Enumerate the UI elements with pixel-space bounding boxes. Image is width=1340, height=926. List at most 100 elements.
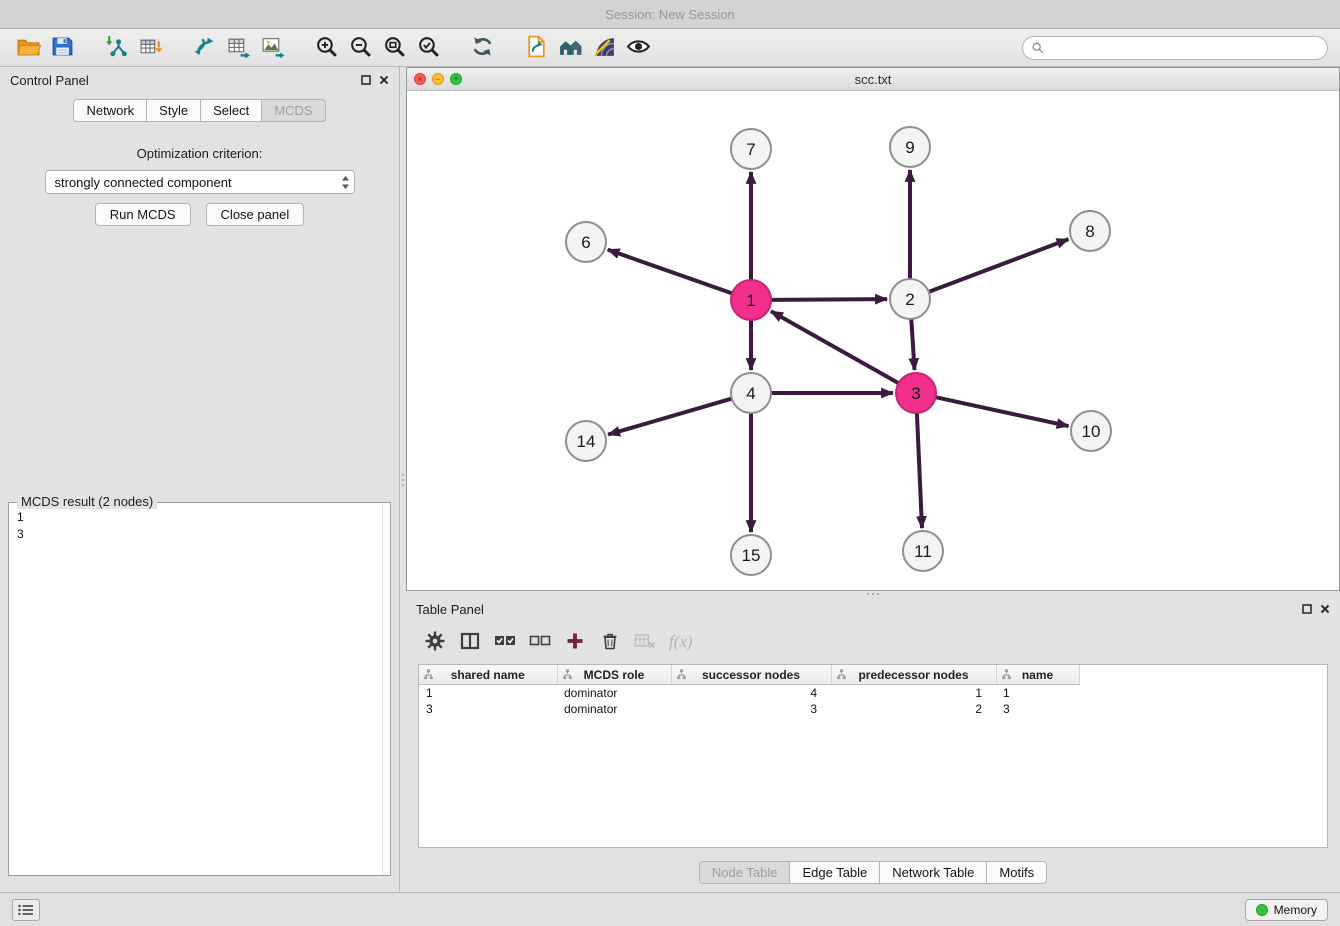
edge-2-3[interactable]: [911, 319, 914, 370]
network-canvas[interactable]: 7 9 6 8 1 2 4 3 14 10 15 11: [407, 91, 1339, 590]
close-table-panel-icon[interactable]: [1320, 604, 1330, 614]
edge-1-6[interactable]: [608, 250, 732, 294]
node-2[interactable]: 2: [890, 279, 930, 319]
table-cell[interactable]: 1: [831, 685, 996, 702]
apply-style-button[interactable]: [588, 33, 620, 63]
node-11[interactable]: 11: [903, 531, 943, 571]
node-15[interactable]: 15: [731, 535, 771, 575]
copy-view-button[interactable]: [520, 33, 552, 63]
function-builder-button[interactable]: f(x): [665, 628, 693, 656]
table-cell[interactable]: 3: [996, 701, 1079, 717]
node-9[interactable]: 9: [890, 127, 930, 167]
edge-1-2[interactable]: [771, 299, 887, 300]
svg-text:6: 6: [581, 233, 590, 252]
float-panel-icon[interactable]: [361, 75, 371, 85]
svg-text:4: 4: [746, 384, 755, 403]
delete-row-button[interactable]: [595, 628, 625, 656]
refresh-layout-button[interactable]: [466, 33, 498, 63]
table-cell[interactable]: dominator: [557, 685, 671, 702]
column-visibility-button[interactable]: [455, 628, 485, 656]
node-table: shared nameMCDS rolesuccessor nodesprede…: [419, 665, 1080, 717]
new-table-button[interactable]: [222, 33, 254, 63]
show-hide-button[interactable]: [622, 33, 654, 63]
float-table-panel-icon[interactable]: [1302, 604, 1312, 614]
dropdown-arrows-icon: [341, 175, 350, 190]
zoom-selected-icon: [416, 34, 441, 62]
main-toolbar: [0, 29, 1340, 67]
column-header-mcds-role[interactable]: MCDS role: [557, 665, 671, 685]
node-4[interactable]: 4: [731, 373, 771, 413]
tab-node-table[interactable]: Node Table: [699, 861, 791, 884]
table-cell[interactable]: 1: [996, 685, 1079, 702]
edge-3-11[interactable]: [917, 413, 922, 528]
column-header-shared-name[interactable]: shared name: [419, 665, 557, 685]
tab-network-table[interactable]: Network Table: [879, 861, 987, 884]
edge-2-8[interactable]: [929, 239, 1069, 292]
zoom-out-button[interactable]: [344, 33, 376, 63]
zoom-selected-button[interactable]: [412, 33, 444, 63]
import-table-button[interactable]: [134, 33, 166, 63]
close-window-button[interactable]: ×: [414, 73, 426, 85]
zoom-fit-button[interactable]: [378, 33, 410, 63]
open-session-button[interactable]: [12, 33, 44, 63]
run-mcds-button[interactable]: Run MCDS: [95, 203, 191, 226]
tab-select[interactable]: Select: [200, 99, 262, 122]
column-header-predecessor-nodes[interactable]: predecessor nodes: [831, 665, 996, 685]
select-all-button[interactable]: [490, 628, 520, 656]
add-row-button[interactable]: [560, 628, 590, 656]
node-1[interactable]: 1: [731, 280, 771, 320]
mcds-result-box: MCDS result (2 nodes) 13: [8, 502, 391, 876]
zoom-window-button[interactable]: +: [450, 73, 462, 85]
zoom-in-button[interactable]: [310, 33, 342, 63]
deselect-all-icon: [529, 631, 551, 654]
column-header-name[interactable]: name: [996, 665, 1079, 685]
table-cell[interactable]: 1: [419, 685, 557, 702]
table-settings-button[interactable]: [420, 628, 450, 656]
edge-3-1[interactable]: [771, 311, 899, 383]
export-image-icon: [260, 34, 285, 62]
delete-table-button[interactable]: [630, 628, 660, 656]
node-3[interactable]: 3: [896, 373, 936, 413]
tab-style[interactable]: Style: [146, 99, 201, 122]
svg-text:10: 10: [1082, 422, 1101, 441]
export-image-button[interactable]: [256, 33, 288, 63]
table-panel-spacer: [406, 848, 1340, 861]
close-panel-icon[interactable]: [379, 75, 389, 85]
minimize-window-button[interactable]: −: [432, 73, 444, 85]
deselect-all-button[interactable]: [525, 628, 555, 656]
edge-3-10[interactable]: [936, 397, 1069, 426]
table-row[interactable]: 3dominator323: [419, 701, 1079, 717]
svg-text:7: 7: [746, 140, 755, 159]
right-area: scc.txt × − + 7968124314101511 Table Pan…: [406, 67, 1340, 892]
node-7[interactable]: 7: [731, 129, 771, 169]
edge-4-14[interactable]: [608, 399, 732, 435]
table-cell[interactable]: 3: [419, 701, 557, 717]
node-14[interactable]: 14: [566, 421, 606, 461]
column-header-successor-nodes[interactable]: successor nodes: [671, 665, 831, 685]
table-cell[interactable]: 4: [671, 685, 831, 702]
close-panel-button[interactable]: Close panel: [206, 203, 305, 226]
ui-settings-button[interactable]: [12, 899, 40, 921]
new-network-button[interactable]: [188, 33, 220, 63]
table-cell[interactable]: 2: [831, 701, 996, 717]
table-cell[interactable]: 3: [671, 701, 831, 717]
svg-text:14: 14: [577, 432, 596, 451]
home-layout-button[interactable]: [554, 33, 586, 63]
import-network-button[interactable]: [100, 33, 132, 63]
node-6[interactable]: 6: [566, 222, 606, 262]
memory-button[interactable]: Memory: [1245, 899, 1328, 921]
tab-network[interactable]: Network: [73, 99, 147, 122]
table-row[interactable]: 1dominator411: [419, 685, 1079, 702]
tab-mcds[interactable]: MCDS: [261, 99, 325, 122]
table-tabs: Node TableEdge TableNetwork TableMotifs: [406, 861, 1340, 884]
search-input[interactable]: [1050, 39, 1319, 56]
main-area: Control Panel NetworkStyleSelectMCDS Opt…: [0, 67, 1340, 892]
criterion-dropdown[interactable]: strongly connected component: [45, 170, 355, 194]
tab-motifs[interactable]: Motifs: [986, 861, 1047, 884]
save-session-button[interactable]: [46, 33, 78, 63]
tab-edge-table[interactable]: Edge Table: [789, 861, 880, 884]
search-box[interactable]: [1022, 36, 1328, 60]
node-8[interactable]: 8: [1070, 211, 1110, 251]
table-cell[interactable]: dominator: [557, 701, 671, 717]
node-10[interactable]: 10: [1071, 411, 1111, 451]
